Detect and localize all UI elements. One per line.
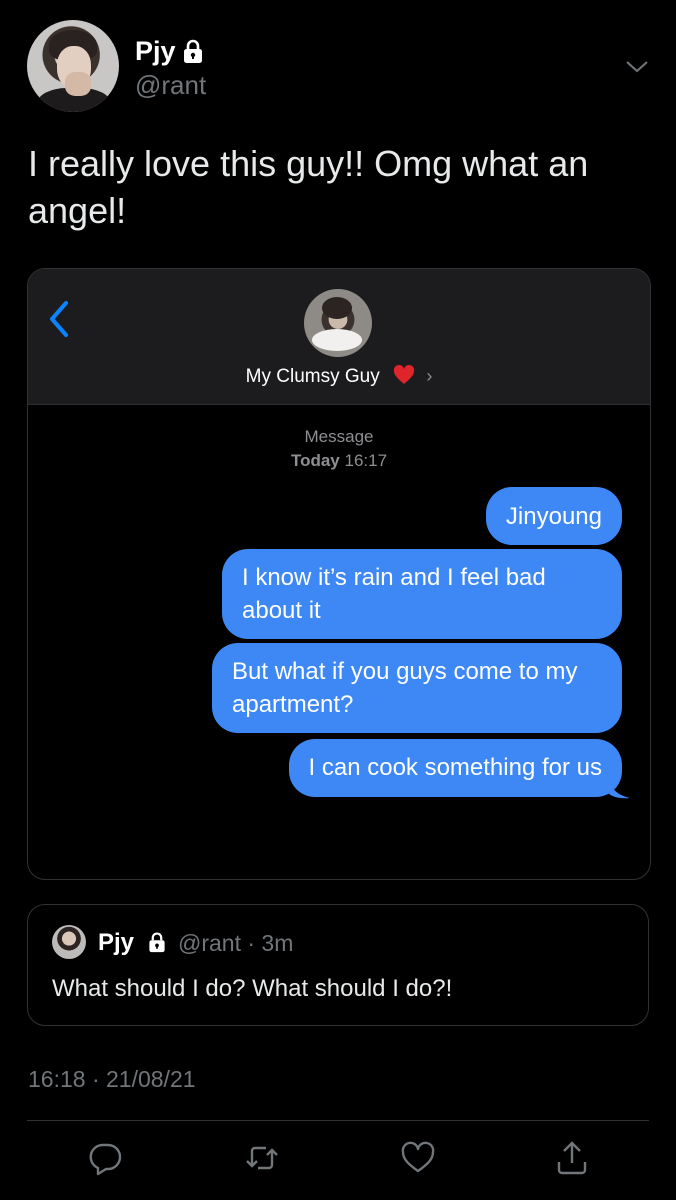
- contact-avatar-pillow: [312, 329, 362, 351]
- quoted-author-avatar: [52, 925, 86, 959]
- message-meta-time-row: Today 16:17: [28, 449, 650, 473]
- share-button[interactable]: [554, 1140, 590, 1176]
- lock-icon: [149, 932, 165, 953]
- tweet-text: I really love this guy!! Omg what an ang…: [28, 143, 589, 231]
- chevron-down-icon[interactable]: [624, 56, 650, 76]
- message-meta-day: Today: [290, 451, 340, 470]
- retweet-button[interactable]: [244, 1140, 280, 1176]
- author-avatar[interactable]: [27, 20, 119, 112]
- tweet-timestamp[interactable]: 16:18 · 21/08/21: [28, 1066, 196, 1093]
- reply-icon: [89, 1143, 122, 1176]
- contact-avatar-hair: [322, 297, 352, 319]
- message-meta-time: 16:17: [344, 451, 388, 470]
- quoted-tweet[interactable]: Pjy @rant · 3m What should I do? What sh…: [27, 904, 649, 1026]
- red-heart-icon: [393, 365, 415, 384]
- chevron-right-icon: ›: [426, 366, 433, 386]
- avatar-hand: [65, 72, 91, 96]
- quoted-author-name: Pjy: [98, 929, 135, 956]
- like-button[interactable]: [400, 1140, 436, 1176]
- quoted-handle-time: @rant · 3m: [178, 930, 294, 956]
- reply-button[interactable]: [87, 1140, 123, 1176]
- message-meta: Message Today 16:17: [28, 425, 650, 473]
- message-bubble: I can cook something for us: [288, 739, 622, 797]
- lock-icon: [184, 39, 202, 63]
- divider: [27, 1120, 649, 1121]
- share-icon: [557, 1141, 587, 1175]
- contact-name: My Clumsy Guy: [245, 366, 380, 387]
- author-handle[interactable]: @rant: [135, 70, 206, 101]
- bubble-tail: [608, 777, 630, 799]
- like-icon: [401, 1141, 435, 1173]
- back-chevron-icon: [50, 301, 68, 337]
- message-meta-label: Message: [304, 427, 374, 446]
- attached-image[interactable]: My Clumsy Guy › Message Today 16:17 Jiny…: [27, 268, 651, 880]
- message-bubble: Jinyoung: [485, 487, 622, 545]
- contact-name-row: My Clumsy Guy ›: [28, 365, 650, 388]
- message-bubble: But what if you guys come to my apartmen…: [212, 643, 622, 733]
- author-display-name[interactable]: Pjy: [135, 36, 176, 67]
- quoted-tweet-text: What should I do? What should I do?!: [52, 975, 453, 1002]
- retweet-icon: [246, 1146, 278, 1170]
- contact-avatar: [304, 289, 372, 357]
- imessage-header: My Clumsy Guy ›: [28, 269, 650, 405]
- message-bubble: I know it’s rain and I feel bad about it: [222, 549, 622, 639]
